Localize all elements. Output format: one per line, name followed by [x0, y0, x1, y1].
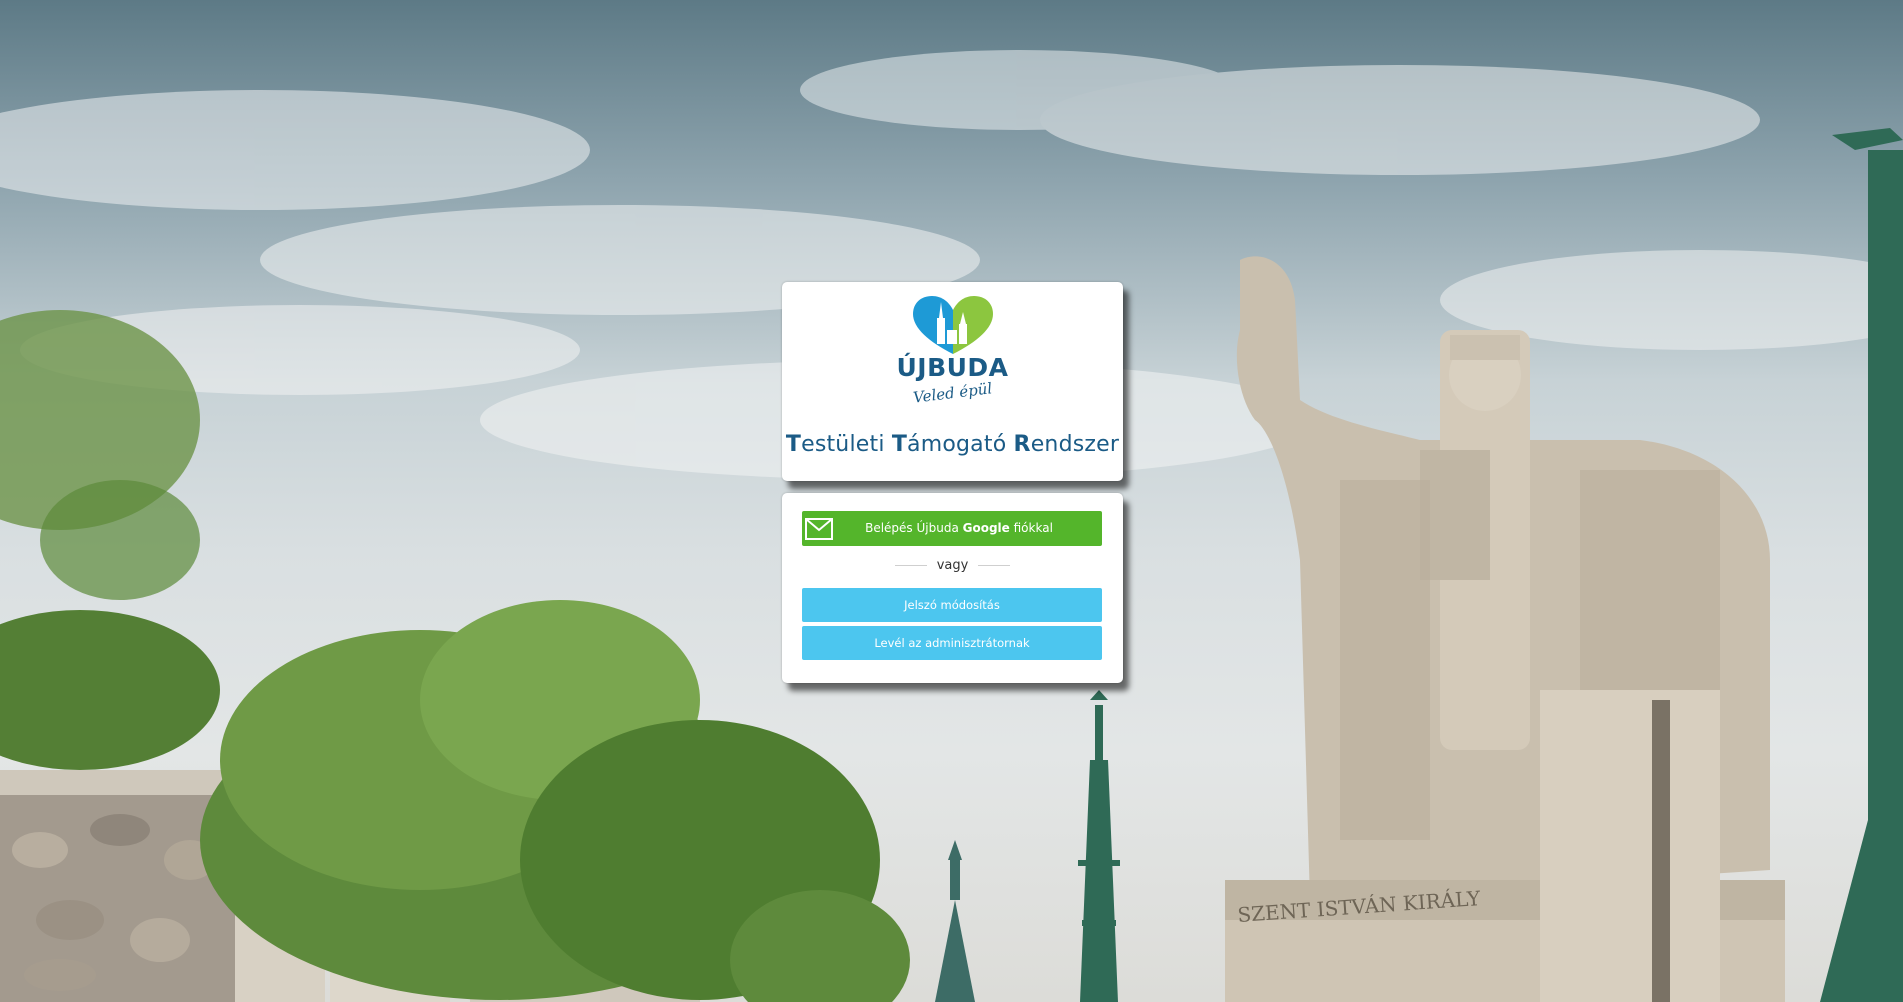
title-word: ámogató: [907, 432, 1014, 457]
app-title: Testületi Támogató Rendszer: [782, 432, 1123, 457]
change-password-button[interactable]: Jelszó módosítás: [802, 588, 1102, 622]
contact-admin-button[interactable]: Levél az adminisztrátornak: [802, 626, 1102, 660]
or-divider: vagy: [782, 555, 1123, 575]
divider-line: [894, 564, 927, 566]
divider-line: [978, 564, 1011, 566]
google-login-button[interactable]: Belépés Újbuda Google fiókkal: [802, 511, 1102, 546]
logo-text: ÚJBUDA: [896, 353, 1009, 382]
or-text: vagy: [936, 557, 969, 573]
google-login-prefix: Belépés Újbuda: [865, 521, 963, 535]
logo-heart-icon: [912, 296, 993, 354]
logo-tagline: Veled épül: [912, 379, 993, 407]
title-word: endszer: [1030, 432, 1120, 457]
title-word: estületi: [801, 432, 892, 457]
branding-card: ÚJBUDA Veled épül Testületi Támogató Ren…: [782, 282, 1123, 481]
ujbuda-logo: ÚJBUDA Veled épül: [782, 294, 1123, 407]
login-card: Belépés Újbuda Google fiókkal vagy Jelsz…: [782, 493, 1123, 683]
title-initial: T: [785, 432, 802, 457]
title-initial: R: [1013, 432, 1031, 457]
mail-icon: [802, 511, 836, 546]
google-brand: Google: [962, 521, 1010, 535]
google-login-suffix: fiókkal: [1009, 521, 1053, 535]
title-initial: T: [891, 432, 908, 457]
google-login-label: Belépés Újbuda Google fiókkal: [851, 521, 1053, 535]
